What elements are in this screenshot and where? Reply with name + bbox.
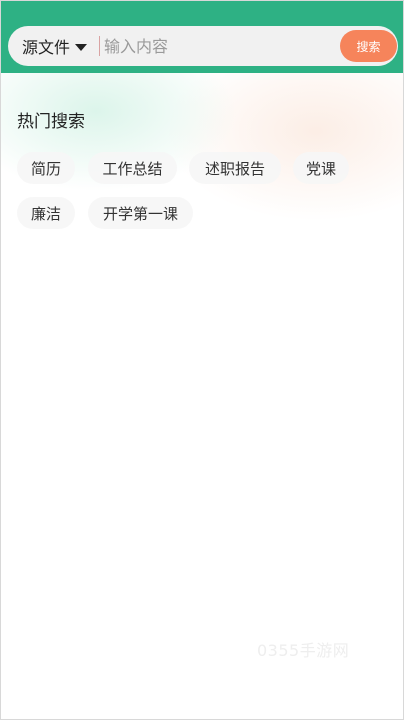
scope-dropdown[interactable]: 源文件	[22, 26, 88, 66]
hot-tag-first-lesson[interactable]: 开学第一课	[88, 197, 193, 229]
hot-search-title: 热门搜索	[17, 112, 85, 132]
hot-tag-integrity[interactable]: 廉洁	[17, 197, 75, 229]
header-bar: 源文件 搜索	[1, 1, 403, 73]
hot-tag-party-lesson[interactable]: 党课	[293, 152, 349, 184]
watermark: 0355手游网	[257, 641, 350, 660]
hot-tag-work-summary[interactable]: 工作总结	[88, 152, 177, 184]
screen: 源文件 搜索 热门搜索 简历 工作总结 述职报告 党课 廉洁 开学第一课 035…	[0, 0, 404, 720]
search-bar: 源文件 搜索	[8, 26, 398, 66]
caret-down-icon	[75, 43, 88, 51]
scope-label: 源文件	[22, 38, 71, 57]
search-input[interactable]	[104, 31, 334, 61]
hot-tag-resume[interactable]: 简历	[17, 152, 75, 184]
hot-tag-job-report[interactable]: 述职报告	[189, 152, 281, 184]
search-divider	[99, 36, 100, 56]
search-button[interactable]: 搜索	[340, 30, 397, 62]
